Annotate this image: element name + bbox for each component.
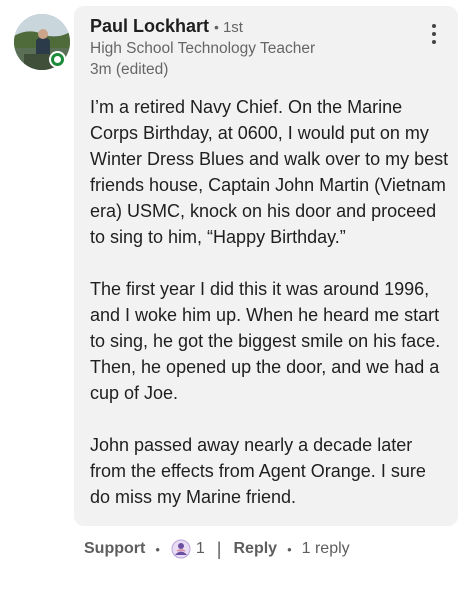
divider: |	[216, 538, 222, 559]
comment-view: Paul Lockhart • 1st High School Technolo…	[0, 0, 474, 590]
online-status-icon	[49, 51, 66, 68]
separator-dot: •	[214, 19, 219, 35]
comment-paragraph: I’m a retired Navy Chief. On the Marine …	[90, 97, 449, 247]
author-name[interactable]: Paul Lockhart	[90, 16, 209, 37]
reply-count[interactable]: 1 reply	[302, 540, 350, 558]
comment-actions: Support • 1 | Reply • 1 reply	[84, 538, 350, 560]
comment-paragraph: John passed away nearly a decade later f…	[90, 435, 426, 507]
comment-body: I’m a retired Navy Chief. On the Marine …	[90, 94, 450, 536]
separator-dot: •	[155, 541, 160, 557]
support-reaction-icon[interactable]	[169, 538, 192, 560]
connection-degree: 1st	[222, 19, 243, 36]
reaction-count[interactable]: 1	[196, 540, 205, 558]
reply-button[interactable]: Reply	[233, 540, 277, 558]
author-line: Paul Lockhart • 1st	[90, 16, 315, 37]
separator-dot: •	[287, 541, 292, 557]
more-vertical-icon[interactable]	[424, 20, 444, 48]
support-button[interactable]: Support	[84, 540, 145, 558]
comment-paragraph: The first year I did this it was around …	[90, 279, 441, 403]
comment-header: Paul Lockhart • 1st High School Technolo…	[90, 16, 315, 79]
comment-timestamp: 3m (edited)	[90, 61, 169, 78]
comment-bubble: Paul Lockhart • 1st High School Technolo…	[74, 6, 458, 526]
author-headline: High School Technology Teacher	[90, 40, 316, 57]
